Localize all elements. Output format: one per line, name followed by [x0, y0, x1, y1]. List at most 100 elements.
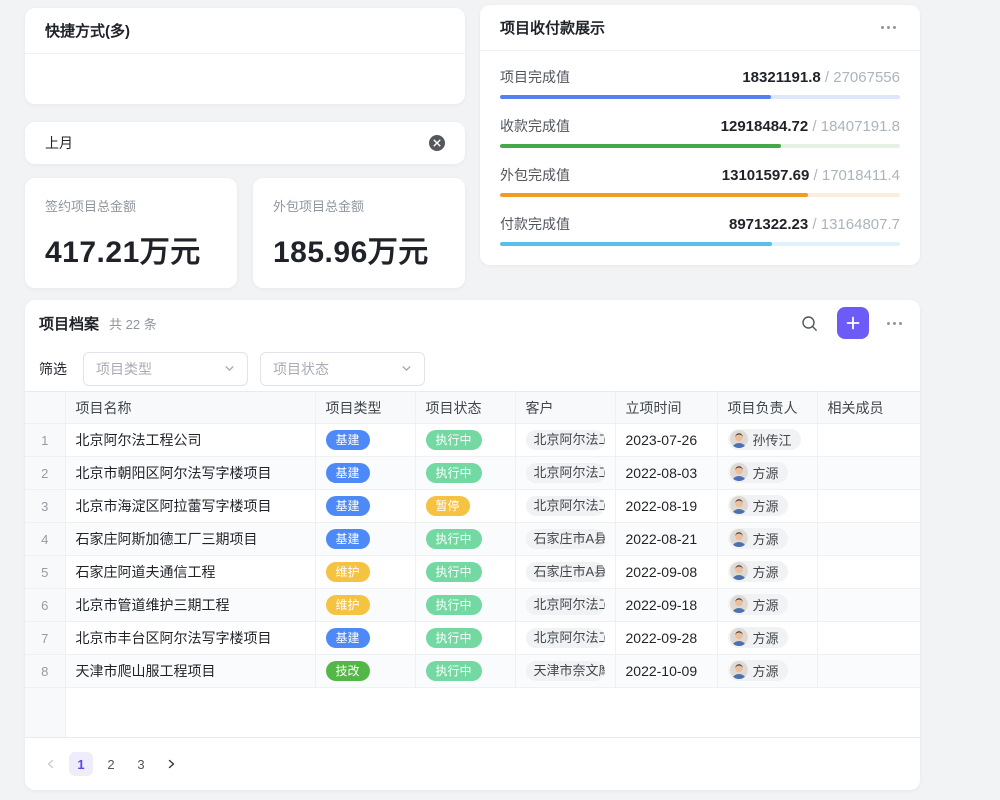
project-status-cell[interactable]: 执行中 — [415, 655, 515, 688]
project-name-cell[interactable]: 天津市爬山服工程项目 — [65, 655, 315, 688]
payment-overview-card: 项目收付款展示 项目完成值 18321191.8 / 27067556 收款完成… — [480, 5, 920, 265]
start-date-cell[interactable]: 2022-08-03 — [615, 457, 717, 490]
members-cell[interactable] — [817, 655, 920, 688]
column-header[interactable]: 相关成员 — [817, 392, 920, 424]
search-button[interactable] — [795, 309, 823, 337]
members-cell[interactable] — [817, 622, 920, 655]
project-type-cell[interactable]: 基建 — [315, 523, 415, 556]
date-filter-card[interactable]: 上月 — [25, 122, 465, 164]
owner-cell[interactable]: 方源 — [717, 523, 817, 556]
metric-total-value: / 13164807.7 — [808, 216, 900, 233]
customer-cell[interactable]: 石家庄市A县 — [515, 523, 615, 556]
type-badge: 基建 — [326, 628, 370, 648]
table-row[interactable]: 8 天津市爬山服工程项目 技改 执行中 天津市奈文摩 2022-10-09 方源 — [25, 655, 920, 688]
type-badge: 技改 — [326, 661, 370, 681]
customer-cell[interactable]: 北京阿尔法工程 — [515, 457, 615, 490]
customer-cell[interactable]: 北京阿尔法工程 — [515, 424, 615, 457]
project-name-cell[interactable]: 北京阿尔法工程公司 — [65, 424, 315, 457]
table-row[interactable]: 1 北京阿尔法工程公司 基建 执行中 北京阿尔法工程 2023-07-26 孙传… — [25, 424, 920, 457]
table-more-menu-icon[interactable] — [883, 318, 906, 329]
more-menu-icon[interactable] — [877, 22, 900, 33]
project-type-cell[interactable]: 基建 — [315, 457, 415, 490]
project-type-cell[interactable]: 维护 — [315, 589, 415, 622]
status-badge: 执行中 — [426, 595, 482, 615]
owner-cell[interactable]: 方源 — [717, 490, 817, 523]
project-status-dropdown[interactable]: 项目状态 — [260, 352, 425, 386]
project-name-cell[interactable]: 北京市丰台区阿尔法写字楼项目 — [65, 622, 315, 655]
owner-cell[interactable]: 方源 — [717, 589, 817, 622]
start-date-cell[interactable]: 2022-09-08 — [615, 556, 717, 589]
project-type-cell[interactable]: 维护 — [315, 556, 415, 589]
project-status-cell[interactable]: 暂停 — [415, 490, 515, 523]
table-row[interactable]: 7 北京市丰台区阿尔法写字楼项目 基建 执行中 北京阿尔法工程 2022-09-… — [25, 622, 920, 655]
project-status-cell[interactable]: 执行中 — [415, 523, 515, 556]
project-type-cell[interactable]: 基建 — [315, 622, 415, 655]
table-row[interactable]: 4 石家庄阿斯加德工厂三期项目 基建 执行中 石家庄市A县 2022-08-21… — [25, 523, 920, 556]
members-cell[interactable] — [817, 523, 920, 556]
column-header[interactable]: 项目状态 — [415, 392, 515, 424]
project-name-cell[interactable]: 石家庄阿道夫通信工程 — [65, 556, 315, 589]
page-button-1[interactable]: 1 — [69, 752, 93, 776]
members-cell[interactable] — [817, 589, 920, 622]
members-cell[interactable] — [817, 457, 920, 490]
customer-chip: 石家庄市A县 — [526, 529, 605, 549]
table-row[interactable]: 5 石家庄阿道夫通信工程 维护 执行中 石家庄市A县 2022-09-08 方源 — [25, 556, 920, 589]
type-badge: 维护 — [326, 562, 370, 582]
prev-page-button[interactable] — [39, 752, 63, 776]
column-header[interactable]: 项目负责人 — [717, 392, 817, 424]
page-button-2[interactable]: 2 — [99, 752, 123, 776]
column-header[interactable]: 客户 — [515, 392, 615, 424]
table-row[interactable]: 3 北京市海淀区阿拉蕾写字楼项目 基建 暂停 北京阿尔法工程 2022-08-1… — [25, 490, 920, 523]
column-header[interactable]: 项目类型 — [315, 392, 415, 424]
project-status-cell[interactable]: 执行中 — [415, 457, 515, 490]
project-status-cell[interactable]: 执行中 — [415, 589, 515, 622]
project-type-cell[interactable]: 基建 — [315, 490, 415, 523]
project-status-cell[interactable]: 执行中 — [415, 424, 515, 457]
metric-label: 收款完成值 — [500, 116, 570, 136]
status-badge: 执行中 — [426, 661, 482, 681]
row-index: 2 — [25, 457, 65, 490]
project-name-cell[interactable]: 北京市海淀区阿拉蕾写字楼项目 — [65, 490, 315, 523]
table-row[interactable]: 6 北京市管道维护三期工程 维护 执行中 北京阿尔法工程 2022-09-18 … — [25, 589, 920, 622]
project-type-cell[interactable]: 基建 — [315, 424, 415, 457]
owner-cell[interactable]: 方源 — [717, 622, 817, 655]
project-name-cell[interactable]: 北京市管道维护三期工程 — [65, 589, 315, 622]
owner-cell[interactable]: 孙传江 — [717, 424, 817, 457]
project-type-cell[interactable]: 技改 — [315, 655, 415, 688]
customer-chip: 北京阿尔法工程 — [526, 628, 605, 648]
customer-cell[interactable]: 石家庄市A县 — [515, 556, 615, 589]
start-date-cell[interactable]: 2022-08-19 — [615, 490, 717, 523]
stat-card-signed-total: 签约项目总金额 417.21万元 — [25, 178, 237, 288]
column-header[interactable]: 项目名称 — [65, 392, 315, 424]
owner-cell[interactable]: 方源 — [717, 655, 817, 688]
project-status-cell[interactable]: 执行中 — [415, 622, 515, 655]
members-cell[interactable] — [817, 424, 920, 457]
stat-value: 185.96万元 — [273, 227, 445, 271]
column-header[interactable]: 立项时间 — [615, 392, 717, 424]
members-cell[interactable] — [817, 556, 920, 589]
owner-cell[interactable]: 方源 — [717, 556, 817, 589]
next-page-button[interactable] — [159, 752, 183, 776]
project-name-cell[interactable]: 北京市朝阳区阿尔法写字楼项目 — [65, 457, 315, 490]
clear-filter-button[interactable] — [429, 135, 445, 151]
customer-cell[interactable]: 北京阿尔法工程 — [515, 622, 615, 655]
add-record-button[interactable] — [837, 307, 869, 339]
owner-cell[interactable]: 方源 — [717, 457, 817, 490]
table-row[interactable]: 2 北京市朝阳区阿尔法写字楼项目 基建 执行中 北京阿尔法工程 2022-08-… — [25, 457, 920, 490]
customer-cell[interactable]: 天津市奈文摩 — [515, 655, 615, 688]
start-date-cell[interactable]: 2022-09-18 — [615, 589, 717, 622]
progress-bar-fill — [500, 242, 772, 246]
project-status-cell[interactable]: 执行中 — [415, 556, 515, 589]
members-cell[interactable] — [817, 490, 920, 523]
customer-cell[interactable]: 北京阿尔法工程 — [515, 589, 615, 622]
start-date-cell[interactable]: 2022-10-09 — [615, 655, 717, 688]
start-date-cell[interactable]: 2023-07-26 — [615, 424, 717, 457]
project-type-dropdown[interactable]: 项目类型 — [83, 352, 248, 386]
customer-cell[interactable]: 北京阿尔法工程 — [515, 490, 615, 523]
project-name-cell[interactable]: 石家庄阿斯加德工厂三期项目 — [65, 523, 315, 556]
metric-values: 12918484.72 / 18407191.8 — [721, 118, 900, 135]
start-date-cell[interactable]: 2022-08-21 — [615, 523, 717, 556]
start-date-cell[interactable]: 2022-09-28 — [615, 622, 717, 655]
page-button-3[interactable]: 3 — [129, 752, 153, 776]
payment-metric: 外包完成值 13101597.69 / 17018411.4 — [500, 165, 900, 197]
